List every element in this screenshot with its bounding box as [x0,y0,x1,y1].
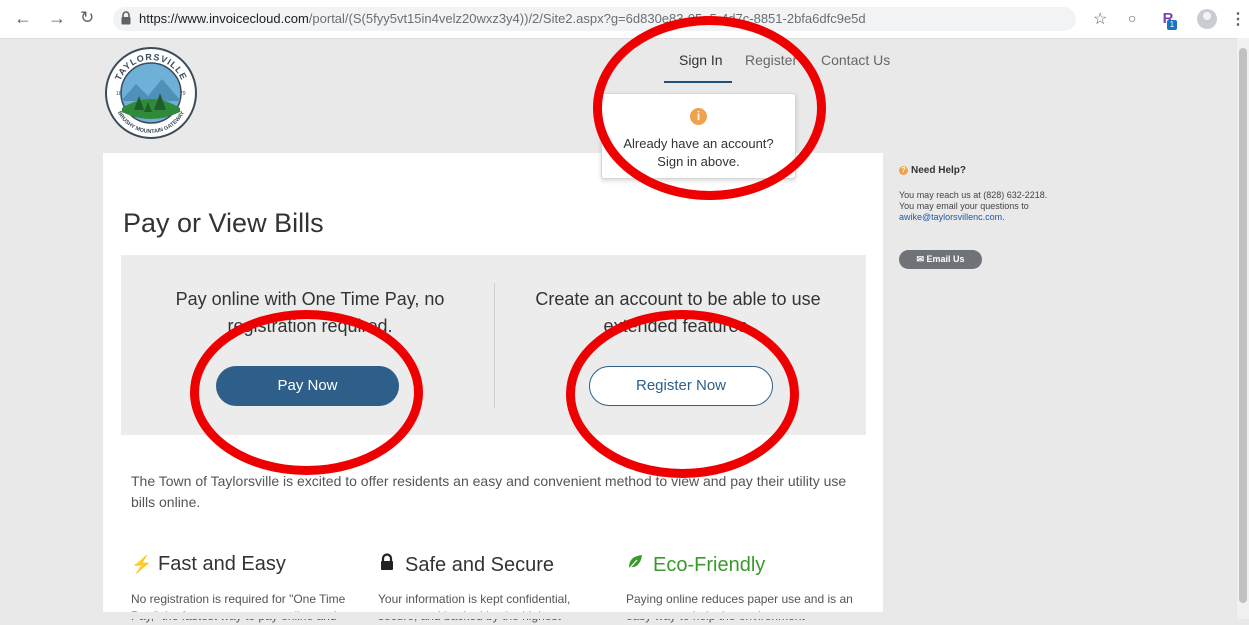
intro-text: The Town of Taylorsville is excited to o… [131,473,847,510]
create-account-description: Create an account to be able to use exte… [535,289,821,336]
help-question-icon: ? [899,166,908,175]
register-now-button[interactable]: Register Now [589,366,773,406]
extension-circle-icon[interactable]: ○ [1128,10,1136,26]
lock-icon [121,11,131,25]
tooltip-text: Already have an account? Sign in above. [602,135,795,171]
help-phone: You may reach us at (828) 632-2218. [899,190,1048,200]
url-path: /portal/(S(5fyy5vt15in4velz20wxz3y4))/2/… [308,11,866,26]
nav-sign-in[interactable]: Sign In [679,52,723,68]
help-email-wrap: awike@taylorsvillenc.com. [899,212,1089,223]
menu-dots-icon[interactable]: ⋮ [1230,9,1246,29]
browser-toolbar: ← → ↻ https://www.invoicecloud.com/porta… [0,0,1249,39]
options-divider [494,283,495,408]
tooltip-line-2: Sign in above. [657,154,740,169]
feature-safe-secure: Safe and Secure [378,553,554,577]
help-email-line: You may email your questions to [899,201,1029,211]
help-body: You may reach us at (828) 632-2218. You … [899,190,1089,223]
pay-now-button[interactable]: Pay Now [216,366,399,406]
help-email-suffix: . [1002,212,1005,222]
url-text: https://www.invoicecloud.com/portal/(S(5… [139,11,866,26]
profile-avatar-icon[interactable] [1197,9,1217,29]
envelope-icon: ✉ [916,254,924,264]
forward-arrow-icon[interactable]: → [48,8,66,28]
email-us-button[interactable]: ✉ Email Us [899,250,982,269]
lock-icon [378,553,400,576]
help-title-text: Need Help? [911,165,967,176]
logo-year-left: 18 [116,91,122,97]
taylorsville-logo: TAYLORSVILLE BRUSHY MOUNTAIN GATEWAY 18 … [105,47,197,139]
sign-in-tooltip: i Already have an account? Sign in above… [601,93,796,179]
nav-register[interactable]: Register [745,52,797,68]
url-host: https://www.invoicecloud.com [139,11,309,26]
address-bar[interactable]: https://www.invoicecloud.com/portal/(S(5… [113,7,1076,31]
feature-fast-easy: ⚡ Fast and Easy [131,553,286,576]
nav-contact-us[interactable]: Contact Us [821,52,890,68]
reload-icon[interactable]: ↻ [80,8,94,28]
one-time-pay-description: Pay online with One Time Pay, no registr… [175,289,445,336]
help-email-link[interactable]: awike@taylorsvillenc.com [899,212,1002,222]
scrollbar-thumb[interactable] [1239,48,1247,603]
tooltip-line-1: Already have an account? [623,136,774,151]
page-scrollbar[interactable] [1237,38,1249,619]
feature-title-safe: Safe and Secure [405,554,554,576]
feature-eco-friendly: Eco-Friendly [626,553,765,577]
back-arrow-icon[interactable]: ← [14,8,32,28]
feature-desc-eco: Paying online reduces paper use and is a… [626,592,853,623]
page-title: Pay or View Bills [123,208,324,238]
help-title: ? Need Help? [899,165,1089,176]
logo-year-right: 79 [180,91,186,97]
leaf-icon [626,553,648,576]
feature-desc-fast: No registration is required for "One Tim… [131,592,346,623]
page-bottom-edge [0,612,1237,619]
feature-title-eco: Eco-Friendly [653,554,766,576]
email-us-label: Email Us [926,254,965,264]
info-icon: i [690,108,707,125]
bolt-icon: ⚡ [131,555,153,574]
feature-title-fast: Fast and Easy [158,553,286,575]
bookmark-star-icon[interactable]: ☆ [1093,9,1107,29]
nav-active-underline [664,81,732,83]
extension-badge: 1 [1167,20,1177,30]
feature-desc-safe: Your information is kept confidential, s… [378,592,571,623]
help-panel: ? Need Help? You may reach us at (828) 63… [899,165,1089,223]
